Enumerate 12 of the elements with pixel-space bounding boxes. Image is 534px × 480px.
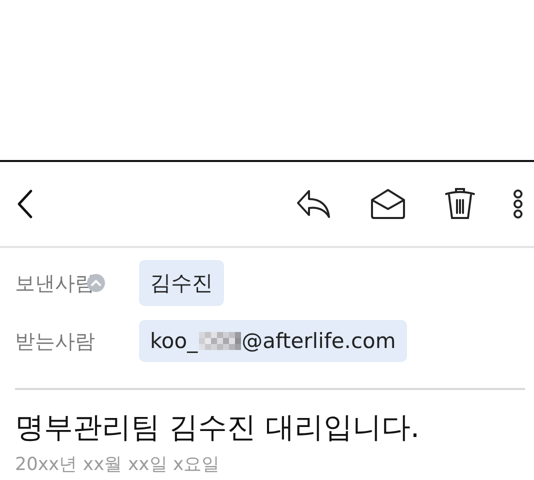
recipient-label: 받는사람 (15, 328, 95, 354)
address-start: koo_ (150, 329, 198, 353)
more-icon (512, 189, 524, 219)
reply-icon (296, 189, 332, 219)
address-end: @afterlife.com (242, 329, 396, 353)
email-date: 20xx년 xx월 xx일 x요일 (15, 453, 221, 476)
recipient-chip[interactable]: koo_ @afterlife.com (139, 320, 407, 362)
back-icon (16, 189, 34, 219)
open-envelope-icon (370, 188, 406, 220)
sender-chip[interactable]: 김수진 (139, 260, 224, 306)
email-subject: 명부관리팀 김수진 대리입니다. (15, 409, 421, 446)
trash-icon (444, 187, 476, 221)
